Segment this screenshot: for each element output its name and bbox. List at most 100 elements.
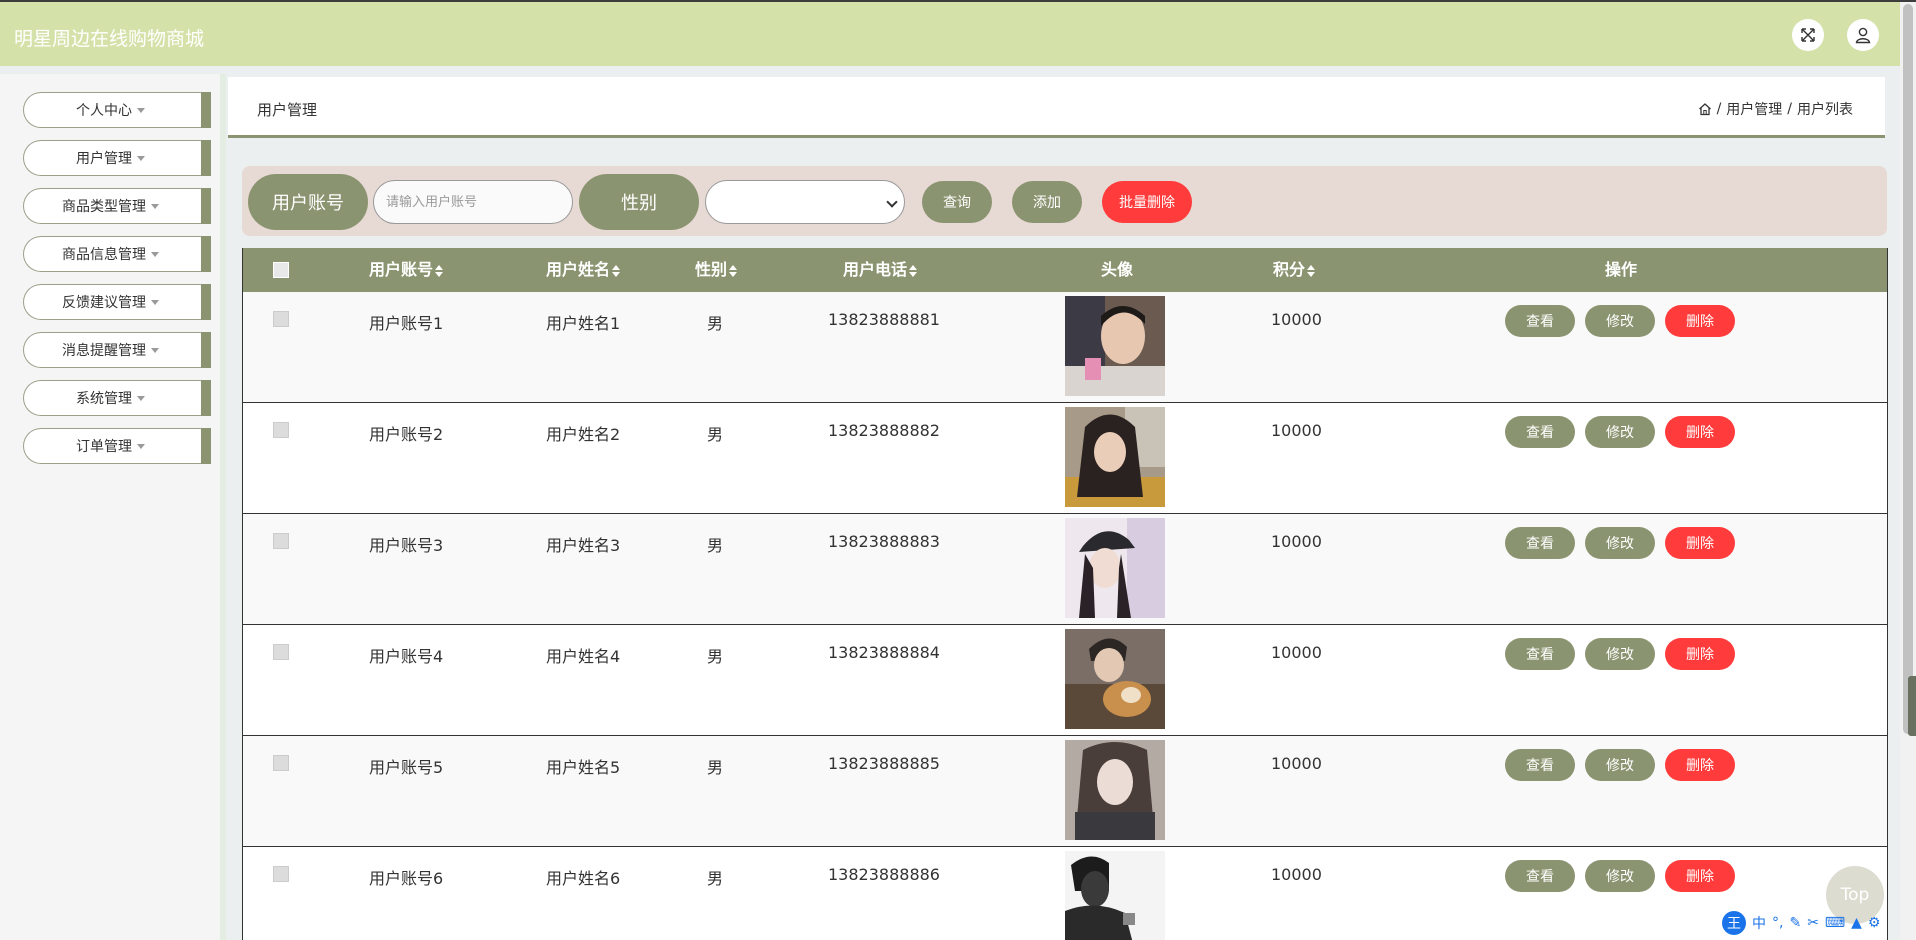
edit-button[interactable]: 修改: [1585, 527, 1655, 559]
row-checkbox[interactable]: [273, 533, 289, 549]
keyboard-icon[interactable]: ⌨: [1825, 915, 1845, 931]
punctuation-icon[interactable]: °,: [1772, 915, 1783, 931]
chevron-down-icon: [151, 347, 159, 353]
delete-button[interactable]: 删除: [1665, 416, 1735, 448]
account-label: 用户账号: [248, 174, 368, 230]
cell-gender: 男: [707, 536, 724, 555]
ime-language-toggle[interactable]: 中: [1752, 913, 1766, 933]
sidebar-item-system[interactable]: 系统管理: [23, 380, 211, 416]
fullscreen-button[interactable]: [1792, 19, 1824, 51]
view-button[interactable]: 查看: [1505, 527, 1575, 559]
view-button[interactable]: 查看: [1505, 416, 1575, 448]
shirt-icon[interactable]: ▲: [1851, 915, 1862, 931]
row-checkbox[interactable]: [273, 866, 289, 882]
delete-button[interactable]: 删除: [1665, 638, 1735, 670]
user-menu-button[interactable]: [1847, 19, 1879, 51]
query-button[interactable]: 查询: [922, 181, 992, 223]
cell-name: 用户姓名4: [546, 647, 621, 666]
delete-button[interactable]: 删除: [1665, 527, 1735, 559]
gender-label: 性别: [579, 174, 699, 230]
sidebar-item-label: 商品信息管理: [62, 247, 146, 263]
cell-account: 用户账号4: [369, 647, 444, 666]
edit-button[interactable]: 修改: [1585, 638, 1655, 670]
app-title: 明星周边在线购物商城: [14, 28, 205, 50]
sidebar-item-accent: [201, 284, 211, 320]
avatar: [1065, 629, 1165, 729]
ime-logo[interactable]: 王: [1722, 911, 1746, 935]
sidebar-item-product-info[interactable]: 商品信息管理: [23, 236, 211, 272]
side-handle[interactable]: [1908, 676, 1916, 736]
chevron-down-icon: [137, 395, 145, 401]
row-checkbox[interactable]: [273, 755, 289, 771]
search-form: 用户账号 性别 查询 添加 批量删除: [242, 166, 1887, 236]
view-button[interactable]: 查看: [1505, 860, 1575, 892]
table-row: 用户账号3 用户姓名3 男 13823888883 10000 查看 修改 删除: [243, 514, 1887, 625]
header-avatar: 头像: [1101, 260, 1134, 279]
ime-toolbar: 王 中 °, ✎ ✂ ⌨ ▲ ⚙: [1722, 910, 1880, 936]
sidebar-item-orders[interactable]: 订单管理: [23, 428, 211, 464]
header-phone[interactable]: 用户电话: [843, 248, 918, 292]
delete-button[interactable]: 删除: [1665, 749, 1735, 781]
sidebar-item-accent: [201, 428, 211, 464]
top-header: 明星周边在线购物商城: [0, 2, 1900, 66]
sidebar-item-label: 用户管理: [76, 151, 132, 167]
cell-name: 用户姓名2: [546, 425, 621, 444]
breadcrumb-item-user-management[interactable]: 用户管理: [1726, 99, 1782, 119]
delete-button[interactable]: 删除: [1665, 305, 1735, 337]
cell-gender: 男: [707, 869, 724, 888]
row-checkbox[interactable]: [273, 644, 289, 660]
gear-icon[interactable]: ⚙: [1868, 915, 1881, 931]
scissors-icon[interactable]: ✂: [1807, 915, 1819, 931]
cell-gender: 男: [707, 758, 724, 777]
sidebar-item-user-management[interactable]: 用户管理: [23, 140, 211, 176]
cell-account: 用户账号5: [369, 758, 444, 777]
view-button[interactable]: 查看: [1505, 638, 1575, 670]
delete-button[interactable]: 删除: [1665, 860, 1735, 892]
header-phone-label: 用户电话: [843, 260, 908, 279]
view-button[interactable]: 查看: [1505, 749, 1575, 781]
edit-button[interactable]: 修改: [1585, 305, 1655, 337]
table-row: 用户账号1 用户姓名1 男 13823888881 10000 查看 修改 删除: [243, 292, 1887, 403]
breadcrumb-item-user-list: 用户列表: [1797, 102, 1853, 118]
avatar: [1065, 407, 1165, 507]
sidebar-item-label: 消息提醒管理: [62, 343, 146, 359]
header-gender[interactable]: 性别: [695, 248, 738, 292]
avatar: [1065, 851, 1165, 940]
edit-button[interactable]: 修改: [1585, 416, 1655, 448]
sidebar-item-label: 商品类型管理: [62, 199, 146, 215]
cell-account: 用户账号3: [369, 536, 444, 555]
cell-points: 10000: [1271, 865, 1322, 884]
row-checkbox[interactable]: [273, 422, 289, 438]
sidebar-item-accent: [201, 140, 211, 176]
edit-button[interactable]: 修改: [1585, 860, 1655, 892]
cell-points: 10000: [1271, 754, 1322, 773]
header-points[interactable]: 积分: [1273, 248, 1316, 292]
cell-account: 用户账号1: [369, 314, 444, 333]
cell-gender: 男: [707, 647, 724, 666]
header-name[interactable]: 用户姓名: [546, 248, 621, 292]
cell-name: 用户姓名6: [546, 869, 621, 888]
sidebar-item-messages[interactable]: 消息提醒管理: [23, 332, 211, 368]
sidebar-item-product-type[interactable]: 商品类型管理: [23, 188, 211, 224]
edit-button[interactable]: 修改: [1585, 749, 1655, 781]
page-scrollbar-thumb[interactable]: [1903, 4, 1913, 734]
gender-select[interactable]: [705, 180, 905, 224]
row-checkbox[interactable]: [273, 311, 289, 327]
header-account-label: 用户账号: [369, 260, 434, 279]
pen-icon[interactable]: ✎: [1789, 915, 1801, 931]
select-all-checkbox[interactable]: [273, 262, 289, 278]
view-button[interactable]: 查看: [1505, 305, 1575, 337]
cell-gender: 男: [707, 425, 724, 444]
cell-points: 10000: [1271, 310, 1322, 329]
breadcrumb-separator: /: [1716, 101, 1722, 117]
home-icon[interactable]: [1698, 102, 1712, 116]
chevron-down-icon: [151, 299, 159, 305]
account-search-input[interactable]: [373, 180, 573, 224]
batch-delete-button[interactable]: 批量删除: [1102, 181, 1192, 223]
add-button[interactable]: 添加: [1012, 181, 1082, 223]
sidebar-item-personal-center[interactable]: 个人中心: [23, 92, 211, 128]
sidebar-item-feedback[interactable]: 反馈建议管理: [23, 284, 211, 320]
breadcrumb: / 用户管理 / 用户列表: [1698, 99, 1853, 119]
avatar: [1065, 518, 1165, 618]
header-account[interactable]: 用户账号: [369, 248, 444, 292]
